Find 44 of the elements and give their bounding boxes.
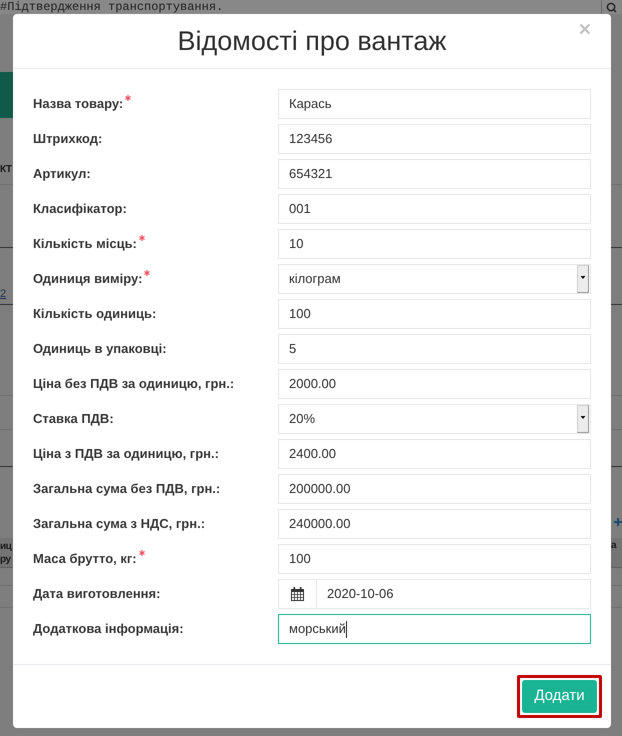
field-label: Артикул: bbox=[33, 165, 91, 184]
calendar-icon bbox=[291, 587, 304, 601]
search-icon[interactable] bbox=[606, 2, 617, 12]
field-label: Додаткова інформація: bbox=[33, 620, 184, 638]
field-label: Маса брутто, кг: bbox=[33, 550, 137, 568]
field-label: Класифікатор: bbox=[33, 200, 127, 218]
input-field[interactable]: Карась bbox=[278, 89, 591, 119]
input-field[interactable]: 123456 bbox=[278, 124, 591, 154]
column-heading-fragment: иц bbox=[0, 540, 13, 552]
field-label: Одиниця виміру: bbox=[33, 270, 142, 288]
field-label: Загальна сума без ПДВ, грн.: bbox=[33, 480, 220, 498]
field-label: Назва товару: bbox=[33, 95, 124, 114]
select-field[interactable]: 20% bbox=[278, 404, 591, 434]
field-label: Дата виготовлення: bbox=[33, 585, 160, 604]
date-field[interactable]: 2020-10-06 bbox=[278, 579, 591, 609]
field-label: Одиниць в упаковці: bbox=[33, 340, 167, 358]
dialog-title: Відомості про вантаж bbox=[178, 28, 446, 54]
input-field[interactable]: 654321 bbox=[278, 159, 591, 189]
input-field[interactable]: 100 bbox=[278, 544, 591, 574]
field-label: Ціна без ПДВ за одиницю, грн.: bbox=[33, 375, 234, 394]
input-field[interactable]: морський bbox=[278, 614, 591, 644]
heading-fragment: КТ bbox=[0, 165, 12, 175]
field-label: Штрихкод: bbox=[33, 130, 102, 148]
input-field[interactable]: 2400.00 bbox=[278, 439, 591, 469]
editor-line: #Підтвердження транспортування. bbox=[0, 0, 224, 14]
column-heading-fragment: ру bbox=[0, 552, 12, 566]
dropdown-arrow-icon[interactable] bbox=[577, 265, 589, 293]
input-field[interactable]: 10 bbox=[278, 229, 591, 259]
select-field[interactable]: кілограм bbox=[278, 264, 591, 294]
input-field[interactable]: 200000.00 bbox=[278, 474, 591, 504]
field-label: Кількість одиниць: bbox=[33, 305, 156, 324]
column-heading-fragment: а bbox=[611, 539, 617, 552]
input-field[interactable]: 5 bbox=[278, 334, 591, 364]
field-label: Ставка ПДВ: bbox=[33, 410, 114, 428]
field-label: Ціна з ПДВ за одиницю, грн.: bbox=[33, 445, 219, 464]
input-field[interactable]: 2000.00 bbox=[278, 369, 591, 399]
field-label: Кількість місць: bbox=[33, 235, 137, 254]
input-field[interactable]: 240000.00 bbox=[278, 509, 591, 539]
header-bar bbox=[0, 72, 13, 118]
input-field[interactable]: 001 bbox=[278, 194, 591, 224]
text-cursor-icon bbox=[346, 620, 347, 638]
input-field[interactable]: 100 bbox=[278, 299, 591, 329]
dropdown-arrow-icon[interactable] bbox=[577, 405, 589, 433]
field-label: Загальна сума з НДС, грн.: bbox=[33, 515, 206, 534]
